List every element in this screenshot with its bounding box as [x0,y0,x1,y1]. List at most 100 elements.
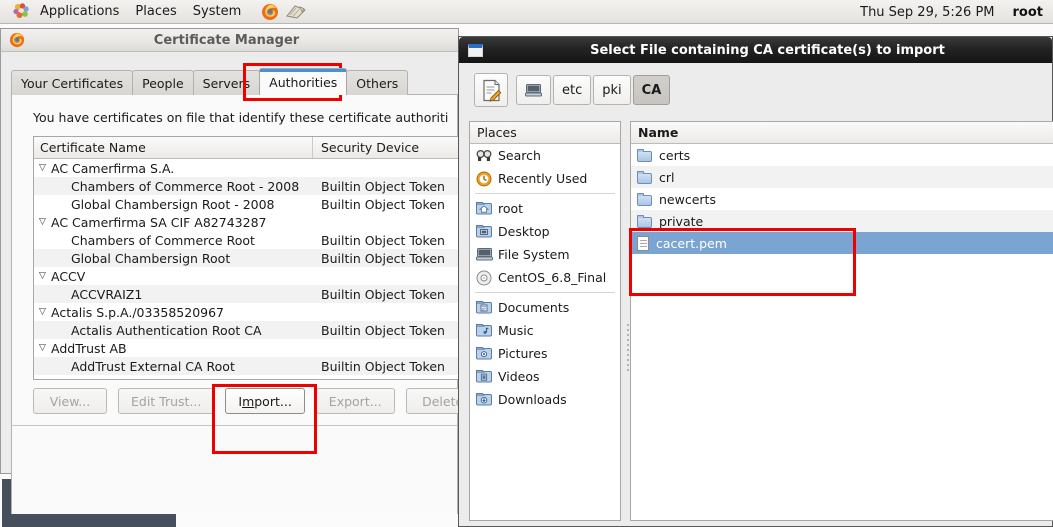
tab-your-certificates[interactable]: Your Certificates [11,70,134,95]
security-device: Builtin Object Token [321,232,445,248]
edit-trust-button[interactable]: Edit Trust... [118,388,215,414]
column-header-certificate-name[interactable]: Certificate Name [34,137,313,158]
column-header-security-device[interactable]: Security Device [313,137,419,158]
tab-people[interactable]: People [132,70,194,95]
sidebar-item-desktop[interactable]: Desktop [470,220,620,243]
list-item[interactable]: cacert.pem [631,232,1053,254]
certificate-name: ACCVRAIZ1 [71,286,143,302]
breadcrumb-pki[interactable]: pki [593,75,631,105]
sidebar-item-search[interactable]: Search [470,144,620,167]
sidebar-item-music[interactable]: Music [470,319,620,342]
file-list-panel: Name certs crl newcerts private cacert.pem [630,121,1053,521]
sidebar-item-root[interactable]: root [470,197,620,220]
type-filename-icon[interactable] [474,73,508,107]
certificate-name: ACCV [51,268,86,284]
panel-menu-group: Applications Places System [0,0,307,24]
certificate-name: AddTrust External CA Root [71,358,235,374]
table-row[interactable]: AddTrust External CA Root Builtin Object … [34,357,462,375]
home-folder-icon [476,201,492,217]
pictures-folder-icon [476,346,492,362]
tab-others[interactable]: Others [346,70,409,95]
user-menu[interactable]: root [1013,5,1044,20]
security-device: Builtin Object Token [321,322,445,338]
table-row[interactable]: ACCVRAIZ1 Builtin Object Token [34,285,462,303]
twisty-expanded-icon[interactable]: ▽ [39,217,50,227]
table-row[interactable]: Chambers of Commerce Root Builtin Object … [34,231,462,249]
recent-icon [476,171,492,187]
breadcrumb-label: etc [562,82,583,98]
twisty-expanded-icon[interactable]: ▽ [39,271,50,281]
twisty-expanded-icon[interactable]: ▽ [39,307,50,317]
security-device: Builtin Object Token [321,358,445,374]
twisty-expanded-icon[interactable]: ▽ [39,343,50,353]
list-item[interactable]: certs [631,144,1053,166]
certificate-name: Actalis Authentication Root CA [71,322,262,338]
tab-servers[interactable]: Servers [192,70,261,95]
sidebar-item-label: Documents [498,300,570,315]
certificate-tabs: Your Certificates People Servers Authori… [11,68,409,95]
file-dialog-toolbar: etc pki CA [459,63,1052,119]
sidebar-item-videos[interactable]: Videos [470,365,620,388]
certificate-name: AC Camerfirma SA CIF A82743287 [51,214,267,230]
view-button[interactable]: View... [33,388,107,414]
downloads-folder-icon [476,392,492,408]
panel-menu-places[interactable]: Places [127,1,184,23]
window-icon [468,43,483,57]
table-row[interactable]: Global Chambersign Root Builtin Object To… [34,249,462,267]
tab-label: People [142,75,184,91]
tree-header: Certificate Name Security Device [34,137,462,159]
tree-group-row[interactable]: ▽ AC Camerfirma SA CIF A82743287 [34,213,462,231]
twisty-expanded-icon[interactable]: ▽ [39,163,50,173]
tree-group-row[interactable]: ▽ AddTrust AB [34,339,462,357]
clock[interactable]: Thu Sep 29, 5:26 PM [860,5,994,20]
certificate-name: Global Chambersign Root [71,250,231,266]
desktop-folder-icon [476,224,492,240]
table-row[interactable]: Global Chambersign Root - 2008 Builtin Ob… [34,195,462,213]
folder-icon [637,170,652,184]
security-device: Builtin Object Token [321,286,445,302]
path-bar: etc pki CA [474,73,671,107]
panel-menu-applications[interactable]: Applications [32,1,127,23]
list-item[interactable]: private [631,210,1053,232]
list-item[interactable]: crl [631,166,1053,188]
top-panel: Applications Places System Thu Sep 29, 5… [0,0,1053,24]
sidebar-item-centos-6-8-final[interactable]: CentOS_6.8_Final [470,266,620,289]
dictionary-icon[interactable] [285,1,307,23]
file-name: crl [659,169,675,185]
firefox-icon[interactable] [259,1,281,23]
breadcrumb-ca[interactable]: CA [632,75,671,105]
certificate-name: Chambers of Commerce Root [71,232,255,248]
tab-label: Others [356,75,399,91]
breadcrumb-label: pki [602,82,622,98]
breadcrumb-etc[interactable]: etc [553,75,592,105]
file-name: newcerts [659,191,716,207]
sidebar-item-documents[interactable]: Documents [470,296,620,319]
certificate-name: AC Camerfirma S.A. [51,160,175,176]
sidebar-item-recently-used[interactable]: Recently Used [470,167,620,190]
table-row[interactable]: Actalis Authentication Root CA Builtin Ob… [34,321,462,339]
sidebar-item-label: Music [498,323,534,338]
tree-group-row[interactable]: ▽ ACCV [34,267,462,285]
tab-authorities[interactable]: Authorities [259,68,348,95]
panel-menu-system[interactable]: System [185,1,249,23]
table-row[interactable]: Chambers of Commerce Root - 2008 Builtin … [34,177,462,195]
sidebar-item-file-system[interactable]: File System [470,243,620,266]
certificate-tree[interactable]: Certificate Name Security Device ▽ AC Cam… [33,136,463,380]
tree-group-row[interactable]: ▽ Actalis S.p.A./03358520967 [34,303,462,321]
places-panel: Places Search Recently Used root Desktop Fil… [469,121,621,521]
tree-group-row[interactable]: ▽ AC Camerfirma S.A. [34,159,462,177]
certificate-action-buttons: View... Edit Trust... Import... Export..… [33,388,480,414]
file-name: certs [659,147,691,163]
sidebar-item-pictures[interactable]: Pictures [470,342,620,365]
music-folder-icon [476,323,492,339]
breadcrumb-filesystem[interactable] [516,75,551,105]
file-dialog-title: Select File containing CA certificate(s)… [590,42,945,58]
import-button[interactable]: Import... [225,388,305,414]
export-button[interactable]: Export... [315,388,395,414]
security-device: Builtin Object Token [321,250,445,266]
button-label: Delete [422,393,464,409]
file-list-header[interactable]: Name [631,122,1053,144]
sidebar-item-downloads[interactable]: Downloads [470,388,620,411]
button-label: View... [49,393,91,409]
list-item[interactable]: newcerts [631,188,1053,210]
